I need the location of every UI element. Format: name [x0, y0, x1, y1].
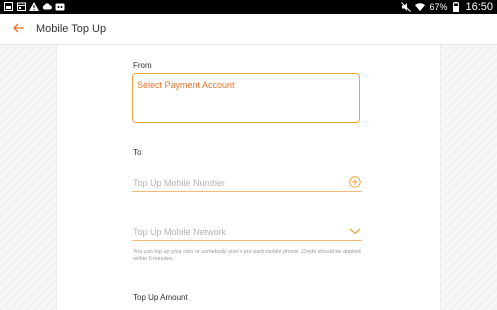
back-button[interactable]: [10, 21, 26, 37]
battery-icon: [451, 2, 461, 12]
arrow-left-icon: [12, 20, 24, 38]
right-margin-pattern: [441, 45, 497, 310]
payment-account-selector[interactable]: Select Payment Account: [132, 73, 360, 123]
gallery-icon: [3, 1, 13, 11]
warning-icon: [29, 1, 39, 11]
status-right-icons: 67% 16:50: [401, 1, 493, 13]
app-bar: Mobile Top Up: [0, 14, 497, 45]
mail-icon: [55, 1, 65, 11]
battery-percent: 67%: [429, 2, 448, 12]
left-margin-pattern: [0, 45, 56, 310]
from-label: From: [133, 61, 152, 70]
top-up-amount-label: Top Up Amount: [133, 293, 188, 302]
to-label: To: [133, 148, 142, 157]
payment-account-placeholder: Select Payment Account: [137, 80, 235, 90]
helper-text: You can top up your own or somebody else…: [133, 249, 361, 262]
clock: 16:50: [465, 1, 493, 13]
status-left-icons: [3, 1, 65, 11]
mobile-number-field[interactable]: Top Up Mobile Number: [132, 176, 362, 192]
chevron-down-icon: [349, 225, 361, 237]
mobile-number-placeholder: Top Up Mobile Number: [133, 178, 226, 188]
plus-circle-icon[interactable]: [349, 176, 361, 188]
calendar-icon: [16, 1, 26, 11]
cloud-icon: [42, 1, 52, 11]
mobile-network-dropdown[interactable]: Top Up Mobile Network: [132, 225, 362, 241]
mute-icon: [401, 2, 412, 12]
wifi-icon: [415, 2, 426, 12]
page-title: Mobile Top Up: [36, 23, 107, 35]
status-bar: 67% 16:50: [0, 0, 497, 14]
mobile-network-placeholder: Top Up Mobile Network: [133, 227, 227, 237]
